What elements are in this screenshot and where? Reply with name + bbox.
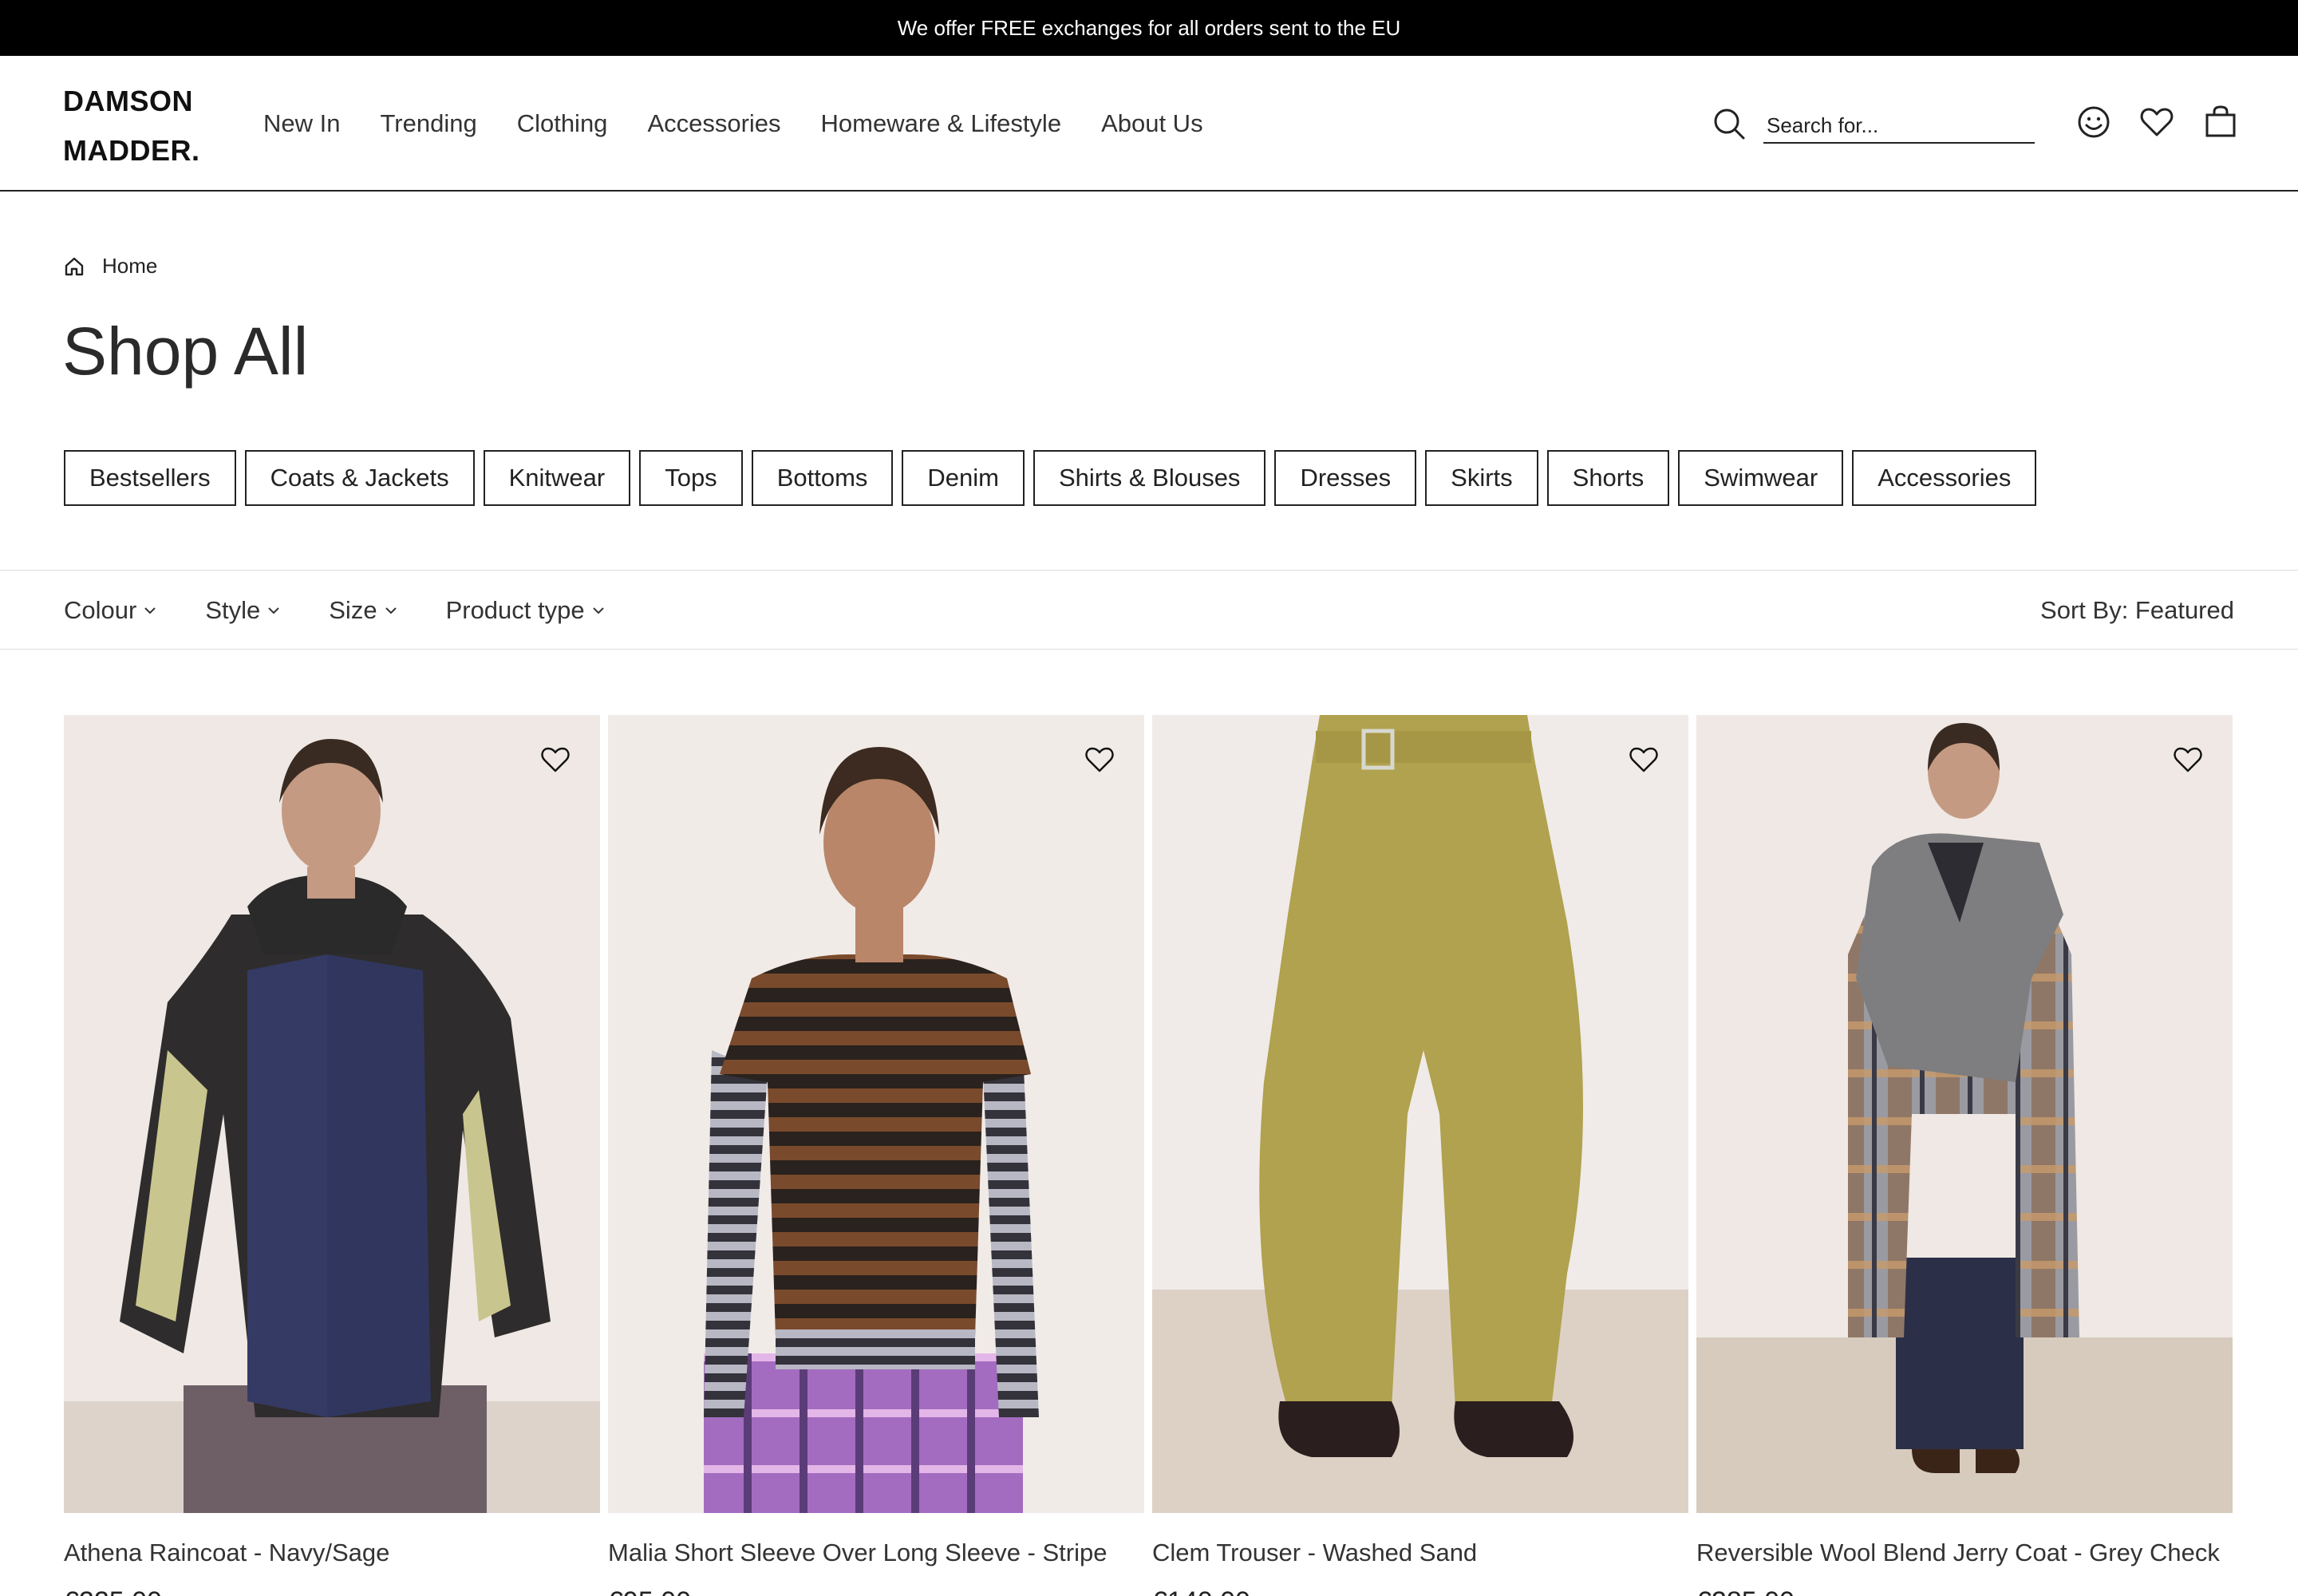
chevron-down-icon <box>268 607 279 614</box>
filter-product-type[interactable]: Product type <box>446 596 606 625</box>
filter-size-label: Size <box>329 596 377 624</box>
search-icon[interactable] <box>1712 106 1747 141</box>
product-name[interactable]: Athena Raincoat - Navy/Sage <box>64 1537 600 1569</box>
product-price: €225.00 <box>64 1586 600 1596</box>
sort-dropdown[interactable]: Sort By: Featured <box>2040 571 2234 650</box>
chip-dresses[interactable]: Dresses <box>1274 450 1417 506</box>
chip-bottoms[interactable]: Bottoms <box>751 450 894 506</box>
product-price: €285.00 <box>1696 1586 2233 1596</box>
bag-icon[interactable] <box>2202 104 2239 140</box>
announcement-text: We offer FREE exchanges for all orders s… <box>897 15 1401 40</box>
chip-shorts[interactable]: Shorts <box>1546 450 1670 506</box>
filter-colour-label: Colour <box>64 596 137 624</box>
wishlist-heart-icon[interactable] <box>539 744 571 776</box>
chevron-down-icon <box>144 607 156 614</box>
breadcrumb-home[interactable]: Home <box>102 254 157 279</box>
product-photo-trouser <box>1152 715 1688 1513</box>
chevron-down-icon <box>385 607 397 614</box>
site-header: DAMSON MADDER. New In Trending Clothing … <box>0 56 2298 192</box>
page-title: Shop All <box>62 314 309 389</box>
chip-coats-jackets[interactable]: Coats & Jackets <box>244 450 475 506</box>
product-photo-raincoat <box>64 715 600 1513</box>
filter-colour[interactable]: Colour <box>64 596 157 625</box>
brand-logo-line1: DAMSON <box>63 85 193 117</box>
category-chips: Bestsellers Coats & Jackets Knitwear Top… <box>64 450 2037 506</box>
nav-trending[interactable]: Trending <box>380 109 476 138</box>
chip-bestsellers[interactable]: Bestsellers <box>64 450 236 506</box>
nav-clothing[interactable]: Clothing <box>517 109 608 138</box>
filter-size[interactable]: Size <box>329 596 397 625</box>
nav-about-us[interactable]: About Us <box>1101 109 1203 138</box>
product-card[interactable]: Malia Short Sleeve Over Long Sleeve - St… <box>608 715 1144 1596</box>
filter-style[interactable]: Style <box>205 596 281 625</box>
breadcrumb: Home <box>64 254 157 279</box>
product-image[interactable] <box>1152 715 1688 1513</box>
product-price: €95.00 <box>608 1586 1144 1596</box>
brand-logo-line2: MADDER. <box>63 134 200 167</box>
product-name[interactable]: Malia Short Sleeve Over Long Sleeve - St… <box>608 1537 1144 1569</box>
product-image[interactable] <box>1696 715 2233 1513</box>
chip-skirts[interactable]: Skirts <box>1425 450 1538 506</box>
main-nav: New In Trending Clothing Accessories Hom… <box>263 56 1203 192</box>
wishlist-icon[interactable] <box>2138 104 2175 140</box>
product-photo-stripe-tee <box>608 715 1144 1513</box>
brand-logo[interactable]: DAMSON MADDER. <box>63 77 200 176</box>
nav-new-in[interactable]: New In <box>263 109 340 138</box>
product-card[interactable]: Reversible Wool Blend Jerry Coat - Grey … <box>1696 715 2233 1596</box>
home-icon[interactable] <box>64 256 85 277</box>
chip-tops[interactable]: Tops <box>639 450 743 506</box>
account-icon[interactable] <box>2075 104 2112 140</box>
nav-homeware-lifestyle[interactable]: Homeware & Lifestyle <box>821 109 1062 138</box>
filter-product-type-label: Product type <box>445 596 585 624</box>
product-name[interactable]: Clem Trouser - Washed Sand <box>1152 1537 1688 1569</box>
product-photo-check-coat <box>1696 715 2233 1513</box>
filter-style-label: Style <box>205 596 261 624</box>
filter-bar: Colour Style Size Product type Sort By: … <box>0 570 2298 650</box>
product-card[interactable]: Clem Trouser - Washed Sand €140.00 <box>1152 715 1688 1596</box>
chip-shirts-blouses[interactable]: Shirts & Blouses <box>1033 450 1266 506</box>
wishlist-heart-icon[interactable] <box>1084 744 1115 776</box>
chip-knitwear[interactable]: Knitwear <box>483 450 631 506</box>
product-price: €140.00 <box>1152 1586 1688 1596</box>
chip-swimwear[interactable]: Swimwear <box>1678 450 1844 506</box>
product-card[interactable]: Athena Raincoat - Navy/Sage €225.00 <box>64 715 600 1596</box>
wishlist-heart-icon[interactable] <box>2172 744 2204 776</box>
chip-denim[interactable]: Denim <box>902 450 1025 506</box>
nav-accessories[interactable]: Accessories <box>647 109 780 138</box>
product-image[interactable] <box>608 715 1144 1513</box>
product-image[interactable] <box>64 715 600 1513</box>
wishlist-heart-icon[interactable] <box>1628 744 1660 776</box>
product-grid: Athena Raincoat - Navy/Sage €225.00 <box>64 715 2233 1596</box>
chip-accessories[interactable]: Accessories <box>1852 450 2037 506</box>
announcement-bar: We offer FREE exchanges for all orders s… <box>0 0 2298 56</box>
chevron-down-icon <box>592 607 604 614</box>
product-name[interactable]: Reversible Wool Blend Jerry Coat - Grey … <box>1696 1537 2233 1569</box>
search-input[interactable] <box>1763 109 2035 144</box>
